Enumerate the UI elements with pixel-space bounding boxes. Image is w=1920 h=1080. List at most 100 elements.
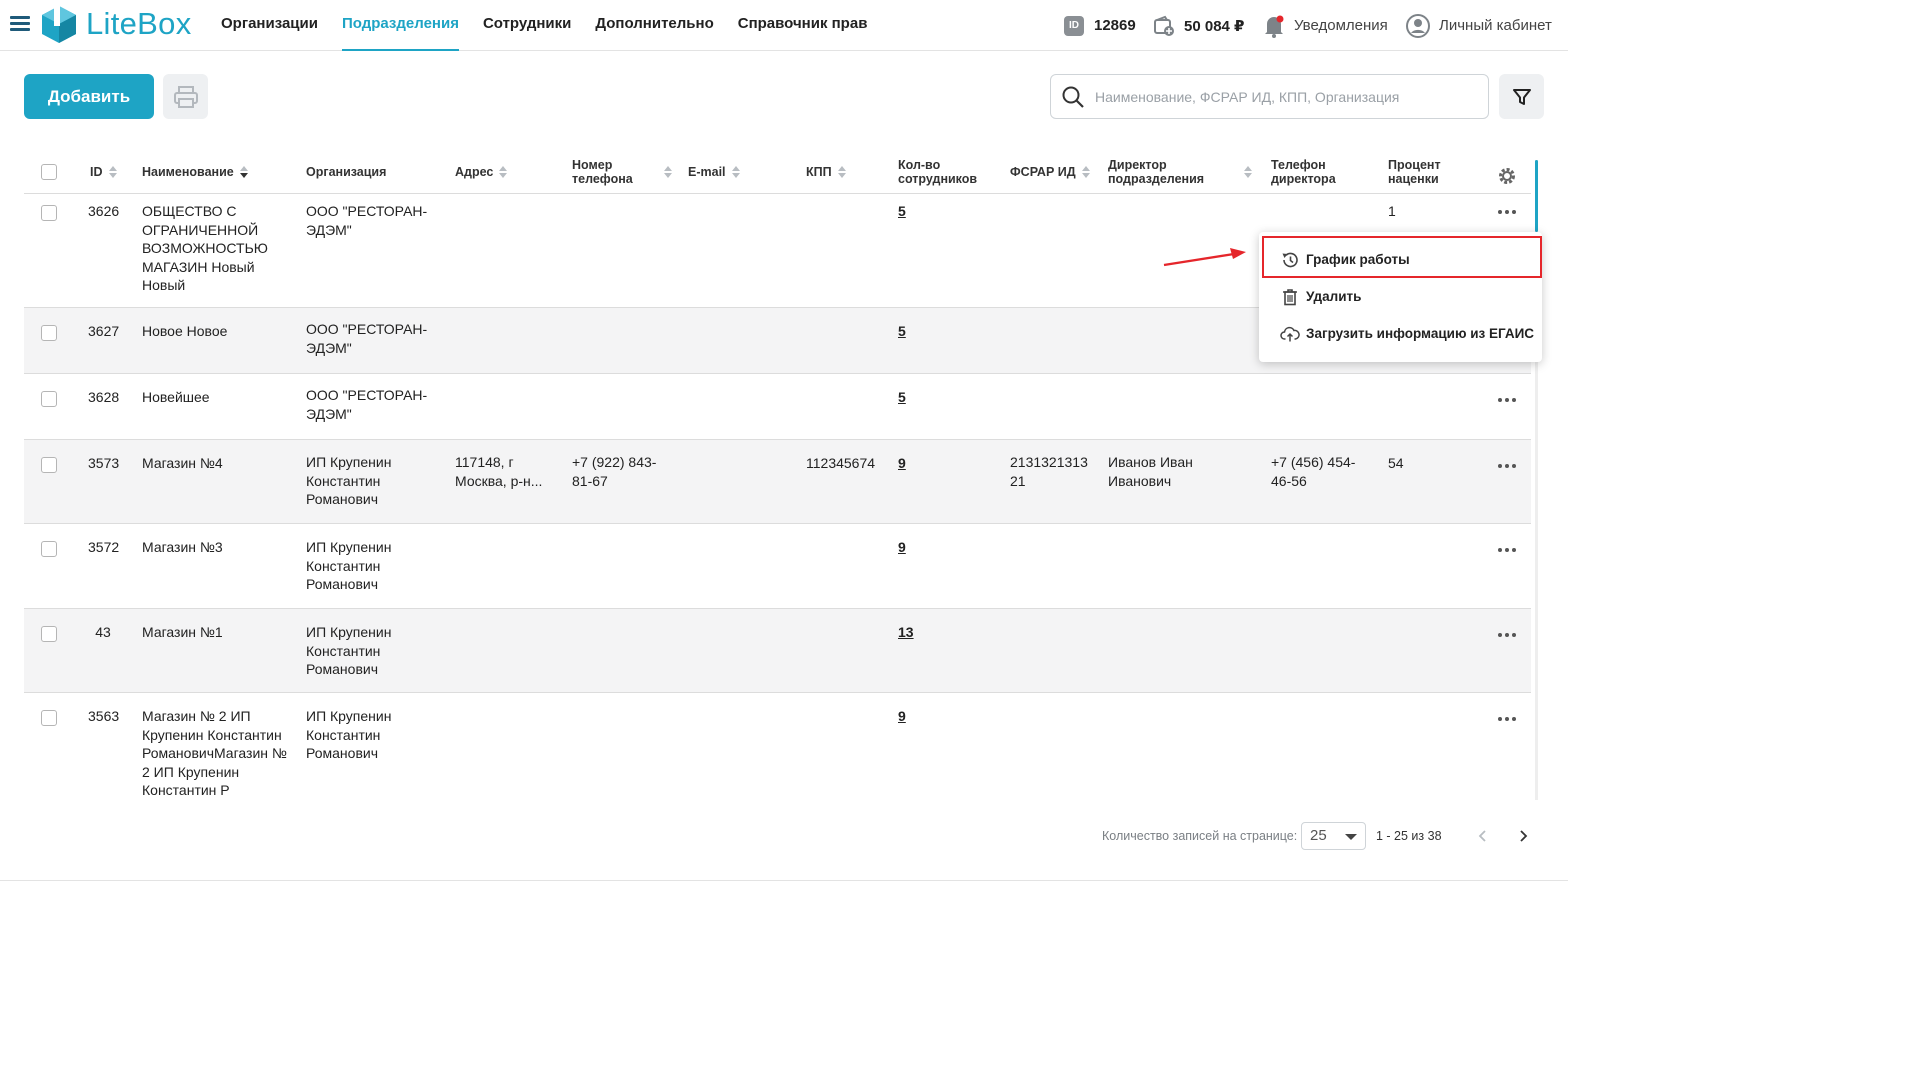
row-checkbox[interactable] — [41, 391, 57, 407]
cell-id: 3627 — [88, 323, 120, 339]
balance-amount: 50 084 ₽ — [1184, 17, 1245, 35]
logo[interactable]: LiteBox — [40, 4, 192, 44]
row-checkbox[interactable] — [41, 710, 57, 726]
col-id[interactable]: ID — [90, 150, 117, 194]
col-phone-label: Номер телефона — [572, 158, 633, 186]
search-icon — [1062, 86, 1084, 108]
cell-organization: ООО "РЕСТОРАН-ЭДЭМ" — [306, 321, 428, 356]
menu-icon[interactable] — [10, 16, 30, 32]
col-phone[interactable]: Номер телефона — [572, 150, 672, 194]
col-markup-label: Процент наценки — [1388, 158, 1441, 186]
col-address-label: Адрес — [455, 165, 494, 179]
row-actions-icon[interactable] — [1498, 463, 1516, 469]
col-director[interactable]: Директор подразделения — [1108, 150, 1258, 194]
main-nav: Организации Подразделения Сотрудники Доп… — [221, 0, 891, 51]
row-checkbox[interactable] — [41, 325, 57, 341]
col-kpp[interactable]: КПП — [806, 150, 846, 194]
print-button[interactable] — [163, 74, 208, 119]
brand-name: LiteBox — [86, 6, 192, 41]
notifications-label: Уведомления — [1294, 17, 1388, 34]
sort-icon — [499, 166, 508, 178]
per-page-select[interactable]: 25 — [1301, 822, 1366, 850]
sort-icon — [1081, 166, 1090, 178]
cell-name: Новейшее — [142, 389, 210, 405]
add-button[interactable]: Добавить — [24, 74, 154, 119]
row-checkbox[interactable] — [41, 541, 57, 557]
table-row[interactable]: 3572 Магазин №3 ИП Крупенин Константин Р… — [24, 524, 1531, 609]
nav-organizations[interactable]: Организации — [221, 0, 318, 51]
cell-organization: ИП Крупенин Константин Романович — [306, 708, 392, 761]
cell-name: Магазин № 2 ИП Крупенин Константин Роман… — [142, 708, 287, 798]
menu-item-work-schedule[interactable]: График работы — [1259, 241, 1542, 278]
chevron-left-icon[interactable] — [1477, 829, 1489, 843]
row-actions-icon[interactable] — [1498, 716, 1516, 722]
search-box — [1050, 74, 1489, 119]
balance-block[interactable]: 50 084 ₽ — [1153, 0, 1244, 51]
gear-icon[interactable] — [1497, 166, 1517, 186]
table-row[interactable]: 3563 Магазин № 2 ИП Крупенин Константин … — [24, 693, 1531, 803]
col-id-label: ID — [90, 165, 103, 179]
cell-name: Магазин №3 — [142, 539, 223, 555]
cell-employees-link[interactable]: 9 — [898, 454, 906, 473]
col-email[interactable]: E-mail — [688, 150, 740, 194]
cell-employees-link[interactable]: 9 — [898, 538, 906, 557]
personal-cabinet-button[interactable]: Личный кабинет — [1406, 0, 1552, 51]
cell-name: ОБЩЕСТВО С ОГРАНИЧЕННОЙ ВОЗМОЖНОСТЬЮ МАГ… — [142, 203, 268, 293]
cell-id: 3573 — [88, 455, 120, 471]
account-id-block: ID 12869 — [1064, 0, 1136, 51]
account-id: 12869 — [1094, 17, 1136, 34]
row-actions-icon[interactable] — [1498, 547, 1516, 553]
cell-employees-link[interactable]: 9 — [898, 707, 906, 726]
col-markup: Процент наценки — [1388, 150, 1468, 194]
row-actions-icon[interactable] — [1498, 397, 1516, 403]
trash-icon — [1283, 288, 1297, 305]
sort-icon — [108, 166, 117, 178]
sort-icon — [1244, 166, 1252, 178]
cell-organization: ИП Крупенин Константин Романович — [306, 539, 392, 592]
filter-button[interactable] — [1499, 74, 1544, 119]
cell-markup: 54 — [1388, 455, 1404, 471]
cell-employees-link[interactable]: 5 — [898, 388, 906, 407]
col-director-phone-label: Телефон директора — [1271, 158, 1336, 186]
row-checkbox[interactable] — [41, 457, 57, 473]
nav-additional[interactable]: Дополнительно — [595, 0, 713, 51]
col-employees-label: Кол-во сотрудников — [898, 158, 978, 186]
menu-item-load-egais[interactable]: Загрузить информацию из ЕГАИС — [1259, 315, 1542, 352]
row-actions-icon[interactable] — [1498, 632, 1516, 638]
divider — [0, 880, 1568, 881]
menu-item-delete[interactable]: Удалить — [1259, 278, 1542, 315]
col-name[interactable]: Наименование — [142, 150, 248, 194]
cell-director: Иванов Иван Иванович — [1108, 454, 1193, 489]
nav-employees[interactable]: Сотрудники — [483, 0, 571, 51]
cell-id: 43 — [95, 624, 111, 640]
scrollbar-thumb[interactable] — [1535, 160, 1538, 232]
row-checkbox[interactable] — [41, 626, 57, 642]
notifications-button[interactable]: Уведомления — [1263, 0, 1388, 51]
col-kpp-label: КПП — [806, 165, 832, 179]
chevron-right-icon[interactable] — [1517, 829, 1529, 843]
nav-rights-directory[interactable]: Справочник прав — [738, 0, 868, 51]
table-row[interactable]: 3628 Новейшее ООО "РЕСТОРАН-ЭДЭМ" 5 — [24, 374, 1531, 440]
nav-departments[interactable]: Подразделения — [341, 0, 459, 51]
table-row[interactable]: 3573 Магазин №4 ИП Крупенин Константин Р… — [24, 440, 1531, 524]
col-fsrar[interactable]: ФСРАР ИД — [1010, 150, 1090, 194]
filter-icon — [1512, 88, 1531, 105]
bell-icon — [1265, 15, 1284, 38]
cell-organization: ООО "РЕСТОРАН-ЭДЭМ" — [306, 387, 428, 422]
col-address[interactable]: Адрес — [455, 150, 508, 194]
cell-kpp: 112345674 — [806, 455, 876, 471]
printer-icon — [173, 85, 198, 108]
history-icon — [1282, 252, 1298, 267]
select-all-checkbox[interactable] — [41, 164, 57, 180]
menu-item-label: График работы — [1306, 252, 1410, 267]
cell-employees-link[interactable]: 5 — [898, 202, 906, 221]
cloud-upload-icon — [1280, 326, 1300, 341]
col-fsrar-label: ФСРАР ИД — [1010, 165, 1076, 179]
row-checkbox[interactable] — [41, 205, 57, 221]
cell-employees-link[interactable]: 13 — [898, 623, 914, 642]
cell-employees-link[interactable]: 5 — [898, 322, 906, 341]
row-context-menu: График работы Удалить Загрузить информац… — [1259, 232, 1542, 362]
row-actions-icon[interactable] — [1498, 209, 1516, 215]
search-input[interactable] — [1095, 88, 1485, 105]
table-row[interactable]: 43 Магазин №1 ИП Крупенин Константин Ром… — [24, 609, 1531, 693]
